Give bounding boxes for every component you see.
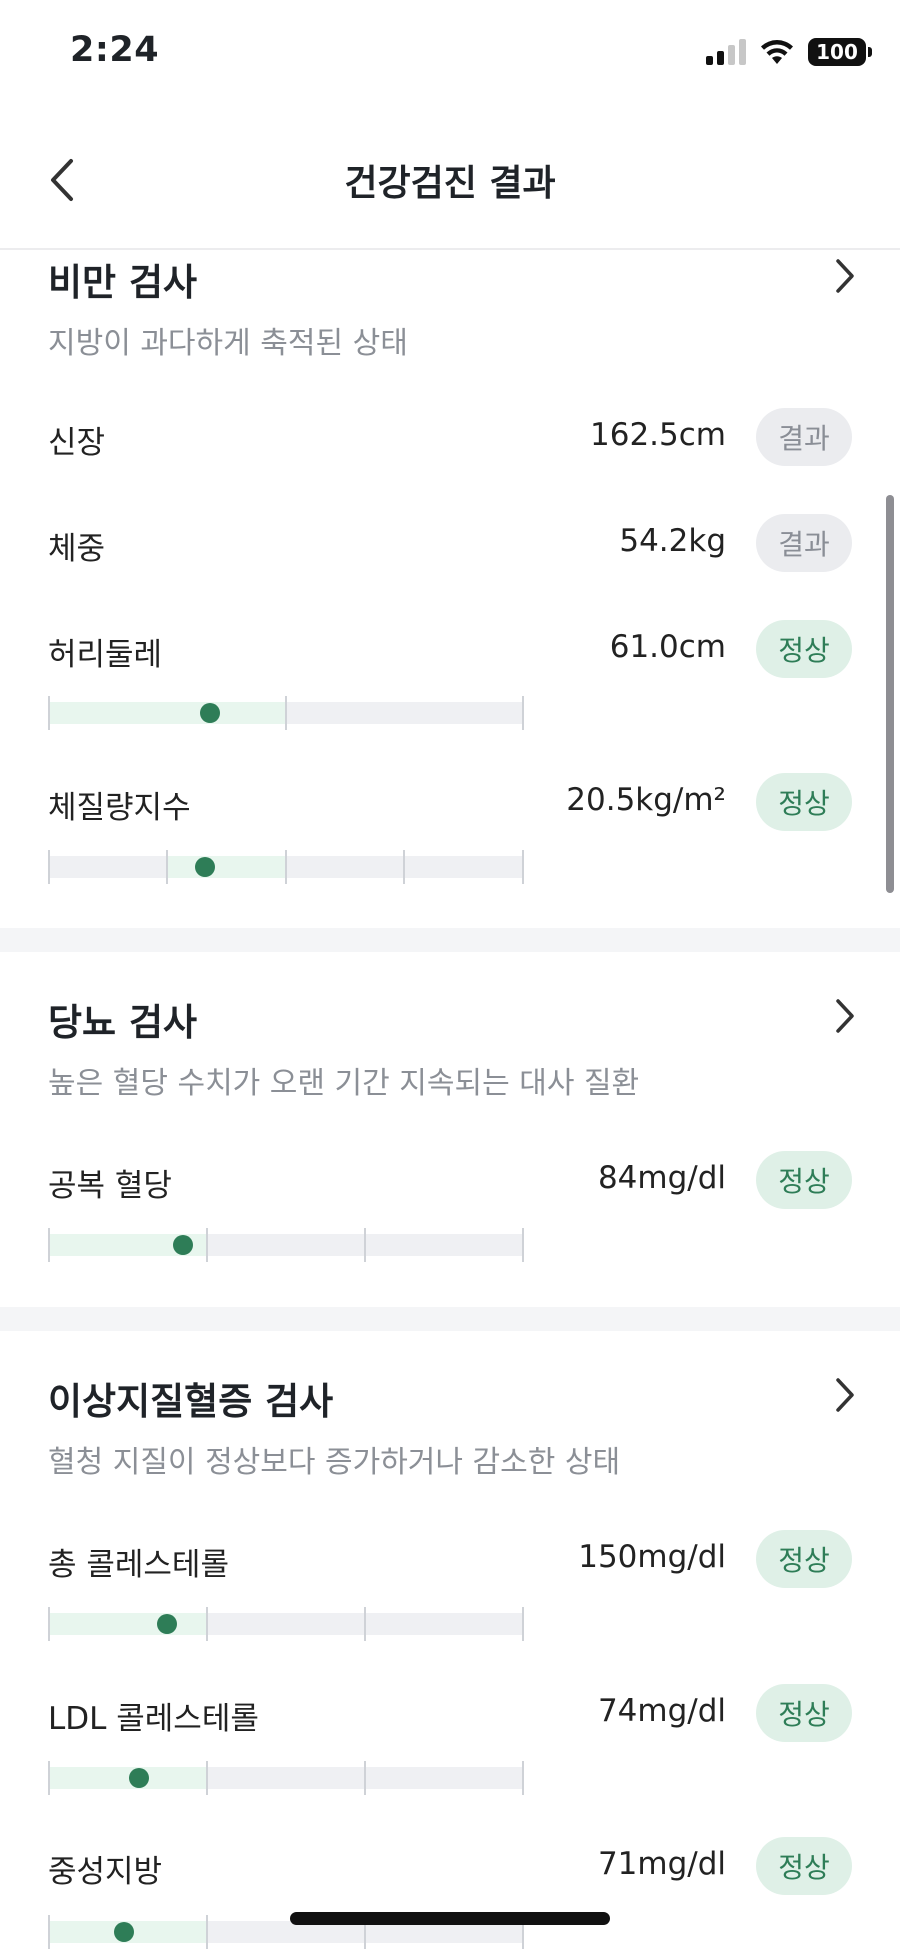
range-indicator: [157, 1614, 177, 1634]
section-divider: [0, 1307, 900, 1331]
range-bar: [48, 850, 524, 884]
range-indicator: [129, 1768, 149, 1788]
row-label-fasting-glucose: 공복 혈당: [48, 1168, 172, 1204]
section-obesity: 비만 검사 지방이 과다하게 축적된 상태 신장 162.5cm 결과 체중 5…: [0, 252, 900, 920]
navigation-bar: 건강검진 결과: [0, 110, 900, 250]
chevron-right-icon[interactable]: [830, 996, 860, 1036]
range-indicator: [200, 703, 220, 723]
status-badge: 정상: [756, 1837, 852, 1895]
status-time: 2:24: [70, 30, 160, 70]
row-value-triglycerides: 71mg/dl: [597, 1846, 726, 1882]
section-description: 지방이 과다하게 축적된 상태: [48, 326, 408, 361]
status-badge: 결과: [756, 408, 852, 466]
status-bar: 2:24 100: [0, 0, 900, 110]
range-bar: [48, 696, 524, 730]
section-title[interactable]: 당뇨 검사: [48, 992, 197, 1046]
row-value-bmi: 20.5kg/m²: [566, 782, 726, 818]
section-title[interactable]: 비만 검사: [48, 252, 197, 306]
status-badge: 결과: [756, 514, 852, 572]
row-label-ldl: LDL 콜레스테롤: [48, 1701, 259, 1737]
home-indicator[interactable]: [290, 1912, 610, 1925]
row-value-weight: 54.2kg: [619, 523, 726, 559]
range-bar: [48, 1607, 524, 1641]
chevron-right-icon[interactable]: [830, 256, 860, 296]
range-bar: [48, 1228, 524, 1262]
row-label-bmi: 체질량지수: [48, 790, 191, 826]
cellular-signal-icon: [706, 39, 746, 65]
section-title[interactable]: 이상지질혈증 검사: [48, 1371, 333, 1425]
section-description: 혈청 지질이 정상보다 증가하거나 감소한 상태: [48, 1445, 621, 1480]
status-badge: 정상: [756, 1530, 852, 1588]
status-badge: 정상: [756, 620, 852, 678]
row-value-ldl: 74mg/dl: [597, 1693, 726, 1729]
row-value-height: 162.5cm: [590, 417, 726, 453]
status-icons: 100: [706, 38, 872, 66]
wifi-icon: [761, 40, 793, 64]
status-badge: 정상: [756, 1684, 852, 1742]
range-bar: [48, 1761, 524, 1795]
range-indicator: [195, 857, 215, 877]
section-dyslipidemia: 이상지질혈증 검사 혈청 지질이 정상보다 증가하거나 감소한 상태 총 콜레스…: [0, 1371, 900, 1949]
status-badge: 정상: [756, 773, 852, 831]
row-label-weight: 체중: [48, 531, 106, 567]
section-divider: [0, 928, 900, 952]
row-label-total-cholesterol: 총 콜레스테롤: [48, 1547, 229, 1583]
row-value-waist: 61.0cm: [609, 629, 726, 665]
row-label-waist: 허리둘레: [48, 637, 163, 673]
row-value-fasting-glucose: 84mg/dl: [597, 1160, 726, 1196]
row-value-total-cholesterol: 150mg/dl: [578, 1539, 726, 1575]
row-label-height: 신장: [48, 425, 106, 461]
section-description: 높은 혈당 수치가 오랜 기간 지속되는 대사 질환: [48, 1066, 640, 1101]
chevron-right-icon[interactable]: [830, 1375, 860, 1415]
battery-icon: 100: [808, 38, 872, 66]
section-diabetes: 당뇨 검사 높은 혈당 수치가 오랜 기간 지속되는 대사 질환 공복 혈당 8…: [0, 992, 900, 1292]
scrollbar[interactable]: [886, 495, 894, 893]
range-indicator: [173, 1235, 193, 1255]
row-label-triglycerides: 중성지방: [48, 1854, 163, 1890]
status-badge: 정상: [756, 1151, 852, 1209]
range-indicator: [114, 1922, 134, 1942]
page-title: 건강검진 결과: [344, 163, 556, 204]
